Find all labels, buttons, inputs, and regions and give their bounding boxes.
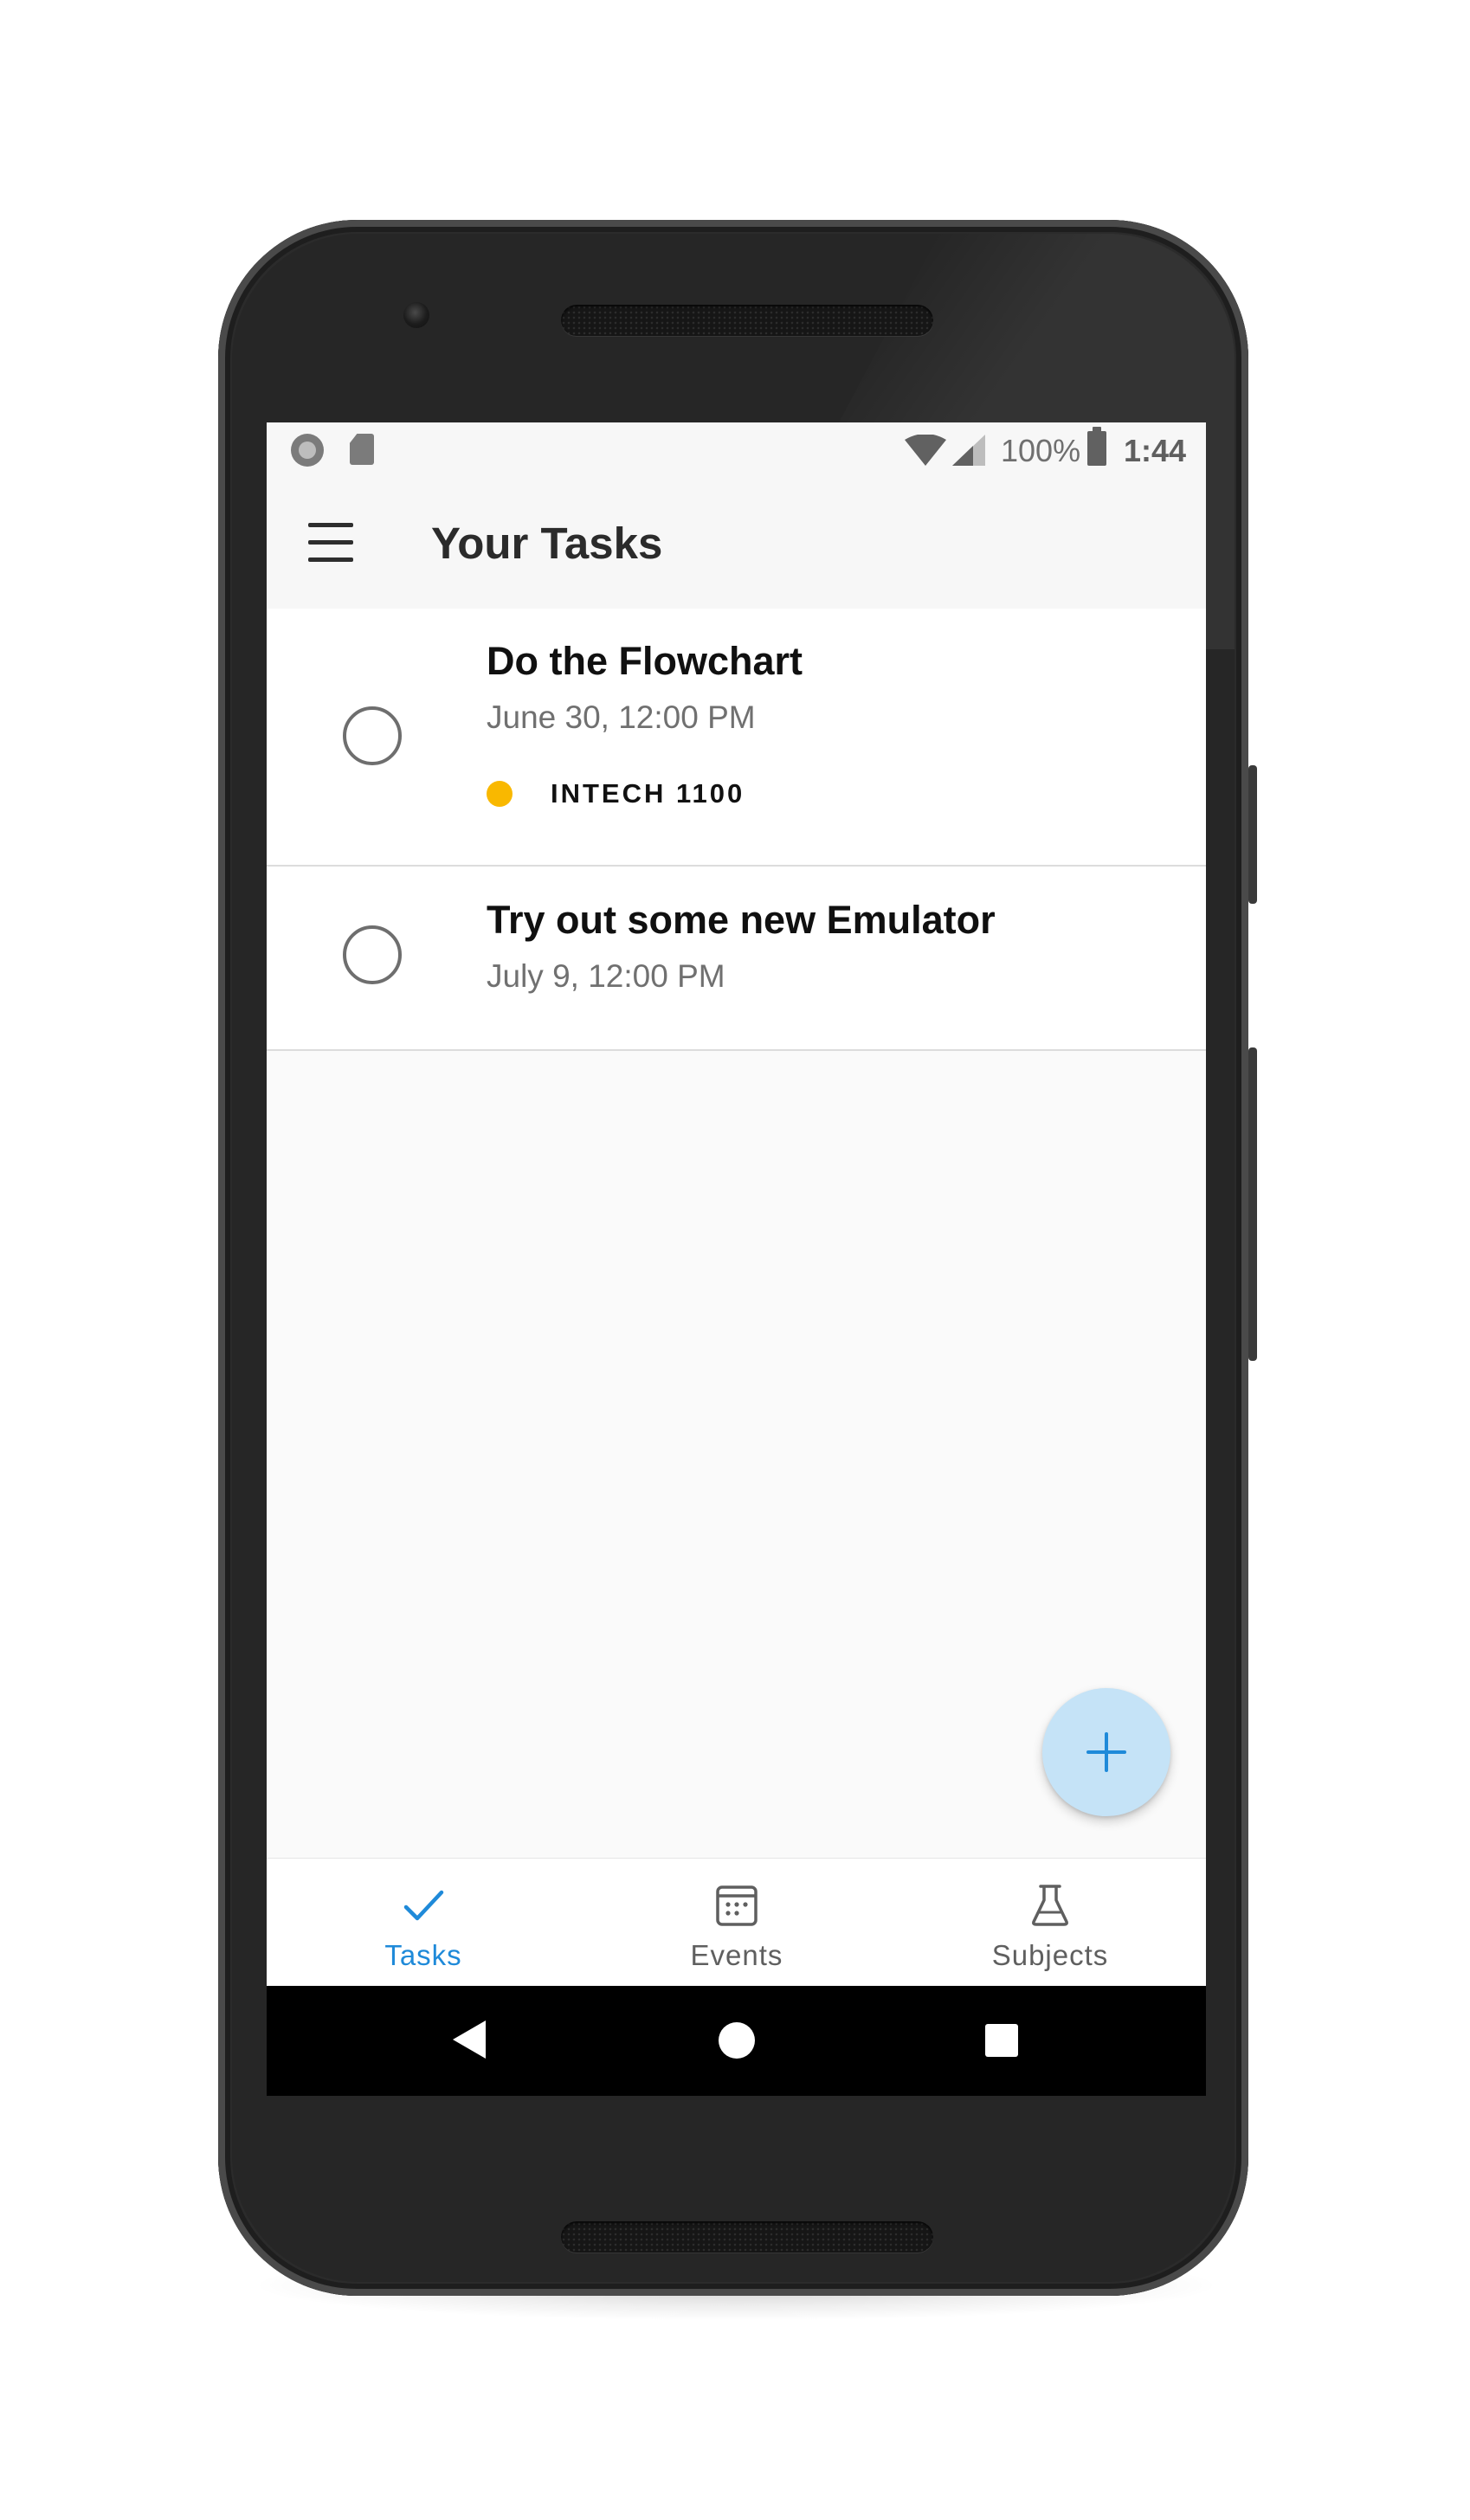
calendar-icon	[716, 1885, 758, 1926]
menu-line	[308, 523, 353, 527]
sync-status-icon	[291, 434, 324, 467]
task-title: Try out some new Emulator	[487, 898, 996, 942]
power-button	[1248, 765, 1257, 904]
tab-tasks[interactable]: Tasks	[267, 1859, 580, 1987]
tab-label: Events	[690, 1939, 783, 1971]
task-complete-checkbox[interactable]	[343, 706, 402, 765]
flask-icon	[1032, 1885, 1068, 1926]
device-mockup: 100% 1:44 Your Tasks Do the Flowchart Ju…	[0, 0, 1470, 2520]
tab-label: Tasks	[384, 1939, 462, 1971]
status-bar: 100% 1:44	[267, 422, 1206, 479]
menu-line	[308, 557, 353, 562]
home-icon[interactable]	[719, 2022, 755, 2059]
add-task-fab[interactable]	[1042, 1688, 1170, 1816]
app-bar: Your Tasks	[267, 479, 1206, 609]
page-title: Your Tasks	[431, 519, 663, 568]
bottom-speaker-grille	[561, 2221, 933, 2253]
bottom-navigation: Tasks Events Subjects	[267, 1858, 1206, 1987]
top-speaker-grille	[561, 305, 933, 336]
check-icon	[403, 1890, 444, 1921]
task-item[interactable]: Do the Flowchart June 30, 12:00 PM INTEC…	[267, 609, 1206, 867]
menu-line	[308, 540, 353, 545]
task-complete-checkbox[interactable]	[343, 925, 402, 984]
task-item[interactable]: Try out some new Emulator July 9, 12:00 …	[267, 867, 1206, 1051]
recent-apps-icon[interactable]	[985, 2024, 1018, 2057]
volume-rocker	[1248, 1047, 1257, 1361]
wifi-icon	[905, 435, 946, 466]
plus-icon-stroke	[1105, 1732, 1108, 1772]
front-camera	[403, 302, 429, 328]
system-navigation-bar	[267, 1986, 1206, 2096]
back-icon[interactable]	[453, 2021, 486, 2059]
battery-percent: 100%	[1001, 433, 1081, 468]
sd-card-icon	[350, 434, 374, 465]
signal-icon	[952, 435, 985, 466]
task-title: Do the Flowchart	[487, 639, 803, 683]
subject-color-dot	[487, 781, 513, 807]
task-due-date: July 9, 12:00 PM	[487, 958, 725, 994]
hamburger-menu-icon[interactable]	[308, 523, 353, 563]
tab-events[interactable]: Events	[580, 1859, 893, 1987]
task-list: Do the Flowchart June 30, 12:00 PM INTEC…	[267, 609, 1206, 1051]
task-due-date: June 30, 12:00 PM	[487, 699, 756, 735]
task-subject: INTECH 1100	[551, 778, 745, 809]
tab-subjects[interactable]: Subjects	[893, 1859, 1206, 1987]
tab-label: Subjects	[991, 1939, 1109, 1971]
battery-icon	[1087, 427, 1106, 466]
status-time: 1:44	[1124, 433, 1187, 468]
app-screen: 100% 1:44 Your Tasks Do the Flowchart Ju…	[267, 422, 1206, 2096]
